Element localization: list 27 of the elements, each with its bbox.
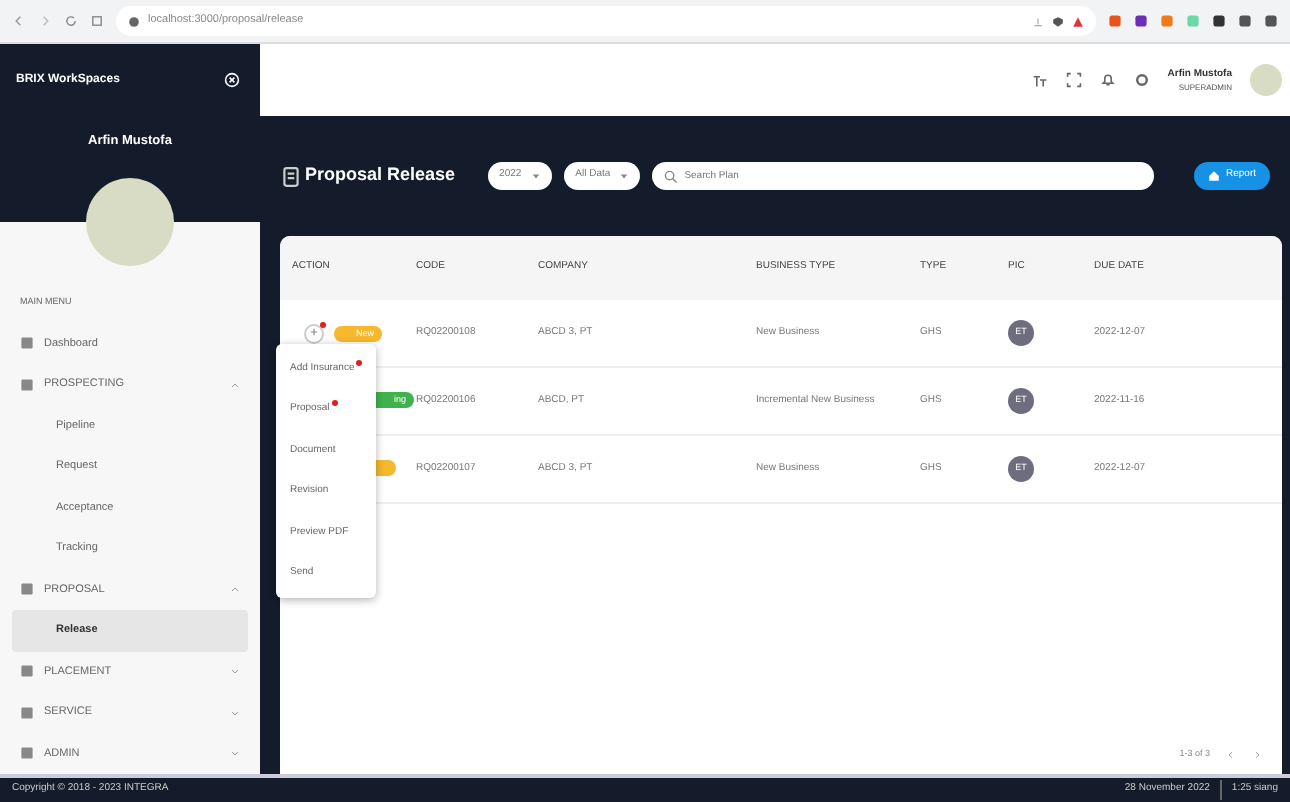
menu-icon [20, 664, 34, 679]
settings-icon[interactable] [1133, 72, 1150, 88]
share-icon[interactable] [1032, 15, 1044, 27]
bookmark-icon[interactable] [90, 14, 104, 28]
caret-icon [531, 172, 540, 180]
plus-icon [310, 328, 318, 337]
menu-icon [20, 336, 34, 351]
text-size-icon[interactable] [1031, 72, 1048, 88]
menu-icon [20, 746, 34, 761]
reload-icon[interactable] [64, 14, 78, 28]
document-icon [280, 165, 302, 187]
menu-icon [20, 705, 34, 720]
shield-icon[interactable] [1052, 15, 1064, 27]
close-icon[interactable] [224, 72, 240, 88]
fullscreen-icon[interactable] [1065, 72, 1082, 88]
caret-icon [620, 172, 629, 180]
search-icon [664, 169, 679, 183]
back-icon[interactable] [12, 14, 26, 28]
bell-icon[interactable] [1099, 72, 1116, 88]
page-title: Proposal Release [305, 162, 456, 189]
site-info-icon [128, 15, 140, 27]
avatar [86, 178, 174, 266]
warning-icon[interactable] [1072, 15, 1084, 27]
action-button[interactable] [304, 323, 324, 343]
menu-icon [20, 377, 34, 392]
menu-icon [20, 582, 34, 597]
home-icon [1207, 170, 1220, 182]
